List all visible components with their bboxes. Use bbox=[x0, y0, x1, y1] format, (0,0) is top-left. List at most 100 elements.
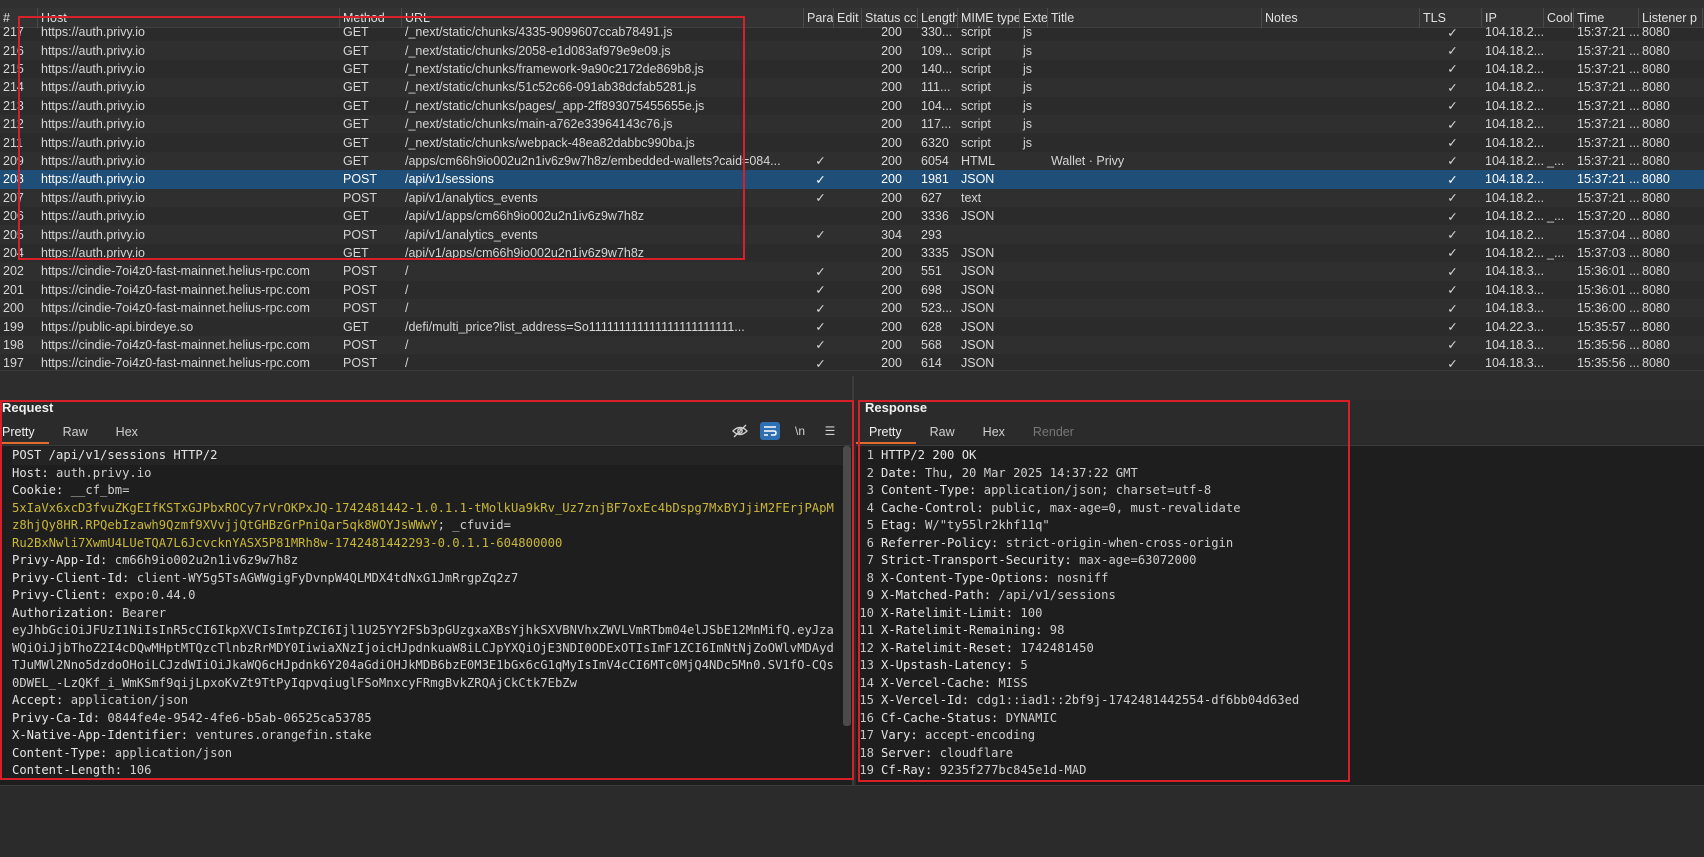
response-tabs: Pretty Raw Hex Render bbox=[856, 422, 1088, 444]
response-line: X-Matched-Path: /api/v1/sessions bbox=[881, 587, 1700, 605]
cell-time: 15:35:56 ... bbox=[1577, 356, 1639, 371]
header-name: Privy-Client-Id: bbox=[12, 570, 137, 585]
cell-method: GET bbox=[343, 98, 369, 113]
cell-length: 109... bbox=[921, 43, 953, 58]
request-tab-hex[interactable]: Hex bbox=[102, 422, 152, 444]
cell-status: 200 bbox=[881, 25, 902, 40]
cell-cookies: _... bbox=[1547, 153, 1565, 168]
cell-host: https://auth.privy.io bbox=[41, 245, 145, 260]
request-code[interactable]: POST /api/v1/sessions HTTP/2 Host: auth.p… bbox=[0, 446, 852, 780]
table-row[interactable]: 207 https://auth.privy.io POST/api/v1/anal… bbox=[0, 188, 1704, 207]
cell-status: 200 bbox=[881, 190, 902, 205]
request-editor[interactable]: POST /api/v1/sessions HTTP/2 Host: auth.p… bbox=[0, 445, 852, 785]
request-tab-pretty[interactable]: Pretty bbox=[0, 422, 49, 444]
cell-tls: ✓ bbox=[1447, 209, 1458, 224]
cell-ip: 104.18.2... bbox=[1485, 80, 1544, 95]
response-tab-raw[interactable]: Raw bbox=[916, 422, 969, 444]
header-name: Etag: bbox=[881, 518, 926, 532]
cell-ip: 104.18.3... bbox=[1485, 264, 1544, 279]
table-row[interactable]: 209 https://auth.privy.io GET/apps/cm66h9i… bbox=[0, 151, 1704, 171]
request-tab-raw[interactable]: Raw bbox=[49, 422, 102, 444]
response-code[interactable]: HTTP/2 200 OK Date: Thu, 20 Mar 2025 14:3… bbox=[856, 446, 1704, 780]
line-number: 8 bbox=[866, 570, 874, 585]
menu-icon[interactable]: ☰ bbox=[820, 422, 840, 440]
header-name: Server: bbox=[881, 745, 940, 760]
request-line: Privy-Ca-Id: 0844fe4e-9542-4fe6-b5ab-065… bbox=[12, 710, 848, 728]
table-row[interactable]: 212 https://auth.privy.io GET /_next/static… bbox=[0, 115, 1704, 134]
line-number: 7 bbox=[866, 553, 874, 567]
header-value: cloudflare bbox=[939, 745, 1014, 760]
header-name: Vary: bbox=[881, 728, 926, 742]
table-row[interactable]: 201 https://cindie-7oi4z0-fast-mainnet.he… bbox=[0, 281, 1704, 299]
line-number: 1 bbox=[866, 448, 874, 462]
header-value: 0DWEL_-LzQKf_i_WmKSmf9qijLpxoKvZt9TtPyIq… bbox=[12, 675, 577, 690]
cell-status: 200 bbox=[881, 153, 902, 168]
cell-params: ✓ bbox=[815, 154, 826, 169]
cell-host: https://auth.privy.io bbox=[41, 43, 145, 58]
cell-listener: 8080 bbox=[1642, 356, 1670, 371]
response-editor[interactable]: 1 2 3 4 5 6 7 8 9 10 11 12 13 14 15 16 17 18 19 HTTP/2 200… bbox=[856, 445, 1704, 785]
table-row[interactable]: 199 https://public-api.birdeye.so GET/defi… bbox=[0, 317, 1704, 335]
cell-url: /api/v1/apps/cm66h9io002u2n1iv6z9w7h8z bbox=[405, 245, 645, 260]
cell-host: https://cindie-7oi4z0-fast-mainnet.heliu… bbox=[41, 337, 310, 352]
cell-method: GET bbox=[343, 319, 369, 334]
request-line: Content-Type: application/json bbox=[12, 745, 848, 763]
header-name: X-Upstash-Latency: bbox=[881, 658, 1021, 672]
cell-host: https://auth.privy.io bbox=[41, 190, 145, 205]
header-name: X-Ratelimit-Reset: bbox=[881, 640, 1021, 655]
cell-url: /_next/static/chunks/4335-9099607ccab784… bbox=[405, 25, 673, 40]
cell-mime: JSON bbox=[961, 172, 995, 187]
header-value: ; _cfuvid= bbox=[437, 518, 511, 532]
table-row[interactable]: 200 https://cindie-7oi4z0-fast-mainnet.he… bbox=[0, 299, 1704, 318]
response-tab-pretty[interactable]: Pretty bbox=[856, 422, 916, 444]
table-row[interactable]: 217 https://auth.privy.io GET /_next/static… bbox=[0, 23, 1704, 41]
response-line: Server: cloudflare bbox=[881, 745, 1700, 763]
header-name: X-Vercel-Cache: bbox=[881, 675, 999, 690]
response-tab-hex[interactable]: Hex bbox=[969, 422, 1019, 444]
response-line: Referrer-Policy: strict-origin-when-cros… bbox=[881, 535, 1700, 553]
request-line: Content-Length: 106 bbox=[12, 762, 848, 780]
header-value: DYNAMIC bbox=[1005, 710, 1058, 725]
table-row[interactable]: 214 https://auth.privy.io GET /_next/static… bbox=[0, 78, 1704, 97]
pretty-print-icon[interactable] bbox=[760, 422, 780, 440]
cell-host: https://auth.privy.io bbox=[41, 172, 145, 187]
cell-length: 614 bbox=[921, 356, 942, 371]
table-row[interactable]: 202 https://cindie-7oi4z0-fast-mainnet.he… bbox=[0, 262, 1704, 281]
cell-method: GET bbox=[343, 25, 369, 40]
cell-ip: 104.18.2... bbox=[1485, 25, 1544, 40]
request-scrollbar[interactable] bbox=[843, 446, 851, 726]
table-row-selected[interactable]: 208 https://auth.privy.io POST/api/v1/sess… bbox=[0, 170, 1704, 189]
table-row[interactable]: 211 https://auth.privy.io GET /_next/static… bbox=[0, 133, 1704, 151]
cell-status: 200 bbox=[881, 319, 902, 334]
cell-time: 15:37:21 ... bbox=[1577, 61, 1639, 76]
line-number: 10 bbox=[859, 605, 874, 620]
cell-method: GET bbox=[343, 80, 369, 95]
header-value: cdg1::iad1::2bf9j-1742481442554-df6bb04d… bbox=[976, 693, 1300, 707]
proxy-history-table[interactable]: # Host Method URL Parar Edit Status cc L… bbox=[0, 8, 1704, 406]
cell-time: 15:37:21 ... bbox=[1577, 190, 1639, 205]
table-row[interactable]: 215 https://auth.privy.io GET /_next/static… bbox=[0, 60, 1704, 78]
hide-eye-icon[interactable] bbox=[730, 422, 750, 440]
request-line: eyJhbGciOiJFUzI1NiIsInR5cCI6IkpXVCIsImtp… bbox=[12, 622, 848, 640]
newline-toggle-icon[interactable]: \n bbox=[790, 422, 810, 440]
table-row[interactable]: 205 https://auth.privy.io POST/api/v1/anal… bbox=[0, 225, 1704, 244]
response-tab-render[interactable]: Render bbox=[1019, 422, 1088, 444]
cell-ext: js bbox=[1023, 117, 1033, 132]
cell-mime: JSON bbox=[961, 245, 995, 260]
header-value: ventures.orangefin.stake bbox=[195, 728, 372, 742]
header-value: expo:0.44.0 bbox=[114, 588, 196, 602]
cell-status: 200 bbox=[881, 80, 902, 95]
cell-ip: 104.18.3... bbox=[1485, 282, 1544, 297]
table-row[interactable]: 216 https://auth.privy.io GET /_next/static… bbox=[0, 41, 1704, 60]
table-row[interactable]: 206 https://auth.privy.io GET/api/v1/apps/… bbox=[0, 207, 1704, 225]
table-row[interactable]: 198 https://cindie-7oi4z0-fast-mainnet.he… bbox=[0, 335, 1704, 355]
cell-num: 216 bbox=[3, 43, 24, 58]
cell-num: 214 bbox=[3, 80, 24, 95]
table-row[interactable]: 204 https://auth.privy.io GET/api/v1/apps/… bbox=[0, 244, 1704, 262]
table-row[interactable]: 213 https://auth.privy.io GET /_next/static… bbox=[0, 97, 1704, 115]
cell-length: 3335 bbox=[921, 245, 949, 260]
header-value: 1742481450 bbox=[1020, 640, 1094, 655]
cell-tls: ✓ bbox=[1447, 356, 1458, 371]
cell-method: GET bbox=[343, 209, 369, 224]
header-value: eyJhbGciOiJFUzI1NiIsInR5cCI6IkpXVCIsImtp… bbox=[12, 623, 834, 637]
